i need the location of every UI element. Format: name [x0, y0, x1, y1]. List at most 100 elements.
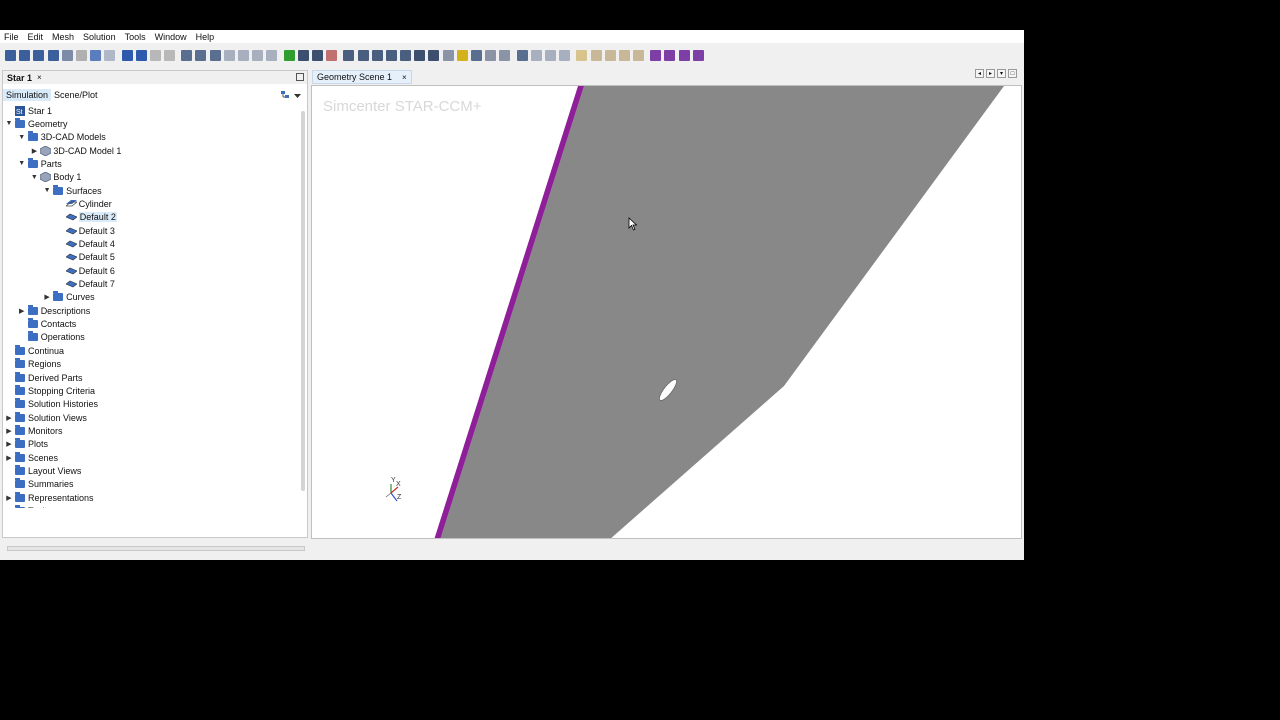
menu-mesh[interactable]: Mesh: [52, 32, 74, 42]
tab-simulation[interactable]: Simulation: [3, 89, 52, 101]
tree-node-monitors[interactable]: ▶ Monitors: [5, 424, 63, 437]
tree-node-cylinder[interactable]: Cylinder: [56, 197, 112, 210]
next-frame-icon[interactable]: [618, 49, 630, 61]
animation-icon[interactable]: [633, 49, 645, 61]
menu-file[interactable]: File: [4, 32, 19, 42]
close-icon[interactable]: ×: [37, 73, 42, 82]
tree-node-stopping-criteria[interactable]: Stopping Criteria: [5, 384, 95, 397]
tree-node-default-5[interactable]: Default 5: [56, 251, 115, 264]
tab-scene-plot[interactable]: Scene/Plot: [51, 89, 101, 101]
close-icon[interactable]: ×: [402, 73, 407, 82]
tab-list-icon[interactable]: ▾: [997, 69, 1006, 78]
tree-node-operations[interactable]: Operations: [18, 331, 85, 344]
measure-icon[interactable]: [530, 49, 542, 61]
chevron-down-icon[interactable]: [294, 91, 301, 101]
transform-icon[interactable]: [516, 49, 528, 61]
prev-frame-icon[interactable]: [604, 49, 616, 61]
tree-node-contacts[interactable]: Contacts: [18, 318, 76, 331]
run-solver-icon[interactable]: [297, 49, 309, 61]
tree-node-derived-parts[interactable]: Derived Parts: [5, 371, 83, 384]
menu-tools[interactable]: Tools: [125, 32, 146, 42]
surface-default-2[interactable]: [440, 86, 1004, 539]
tree-node-default-4[interactable]: Default 4: [56, 238, 115, 251]
tree-node-descriptions[interactable]: ▶ Descriptions: [18, 304, 90, 317]
tree-node-surfaces[interactable]: ▼ Surfaces: [43, 184, 102, 197]
tree-node-plots[interactable]: ▶ Plots: [5, 438, 48, 451]
expander-closed-icon[interactable]: ▶: [5, 414, 13, 422]
probe-icon[interactable]: [544, 49, 556, 61]
fit-view-icon[interactable]: [357, 49, 369, 61]
tab-geometry-scene[interactable]: Geometry Scene 1 ×: [312, 70, 412, 84]
tree-node-3d-cad-model-1[interactable]: ▶ 3D-CAD Model 1: [30, 144, 121, 157]
tree-node-solution-histories[interactable]: Solution Histories: [5, 398, 98, 411]
surface-mesh-icon[interactable]: [223, 49, 235, 61]
generate-mesh-icon[interactable]: [266, 49, 278, 61]
layout-dropdown-icon[interactable]: [692, 49, 704, 61]
grid-icon[interactable]: [485, 49, 497, 61]
mesh-operation-icon[interactable]: [209, 49, 221, 61]
tree-node-default-7[interactable]: Default 7: [56, 278, 115, 291]
new-scene-icon[interactable]: [343, 49, 355, 61]
stop-icon[interactable]: [164, 49, 176, 61]
tree-node-geometry[interactable]: ▼ Geometry: [5, 117, 68, 130]
tree-node-3d-cad-models[interactable]: ▼ 3D-CAD Models: [18, 131, 106, 144]
link-views-icon[interactable]: [456, 49, 468, 61]
tree-node-default-6[interactable]: Default 6: [56, 264, 115, 277]
menu-solution[interactable]: Solution: [83, 32, 116, 42]
geometry-render[interactable]: [312, 86, 1022, 539]
forward-icon[interactable]: [428, 49, 440, 61]
tree-node-curves[interactable]: ▶ Curves: [43, 291, 95, 304]
expander-open-icon[interactable]: ▼: [5, 120, 13, 128]
scroll-left-icon[interactable]: ◂: [975, 69, 984, 78]
expander-closed-icon[interactable]: ▶: [30, 147, 38, 155]
tree-node-representations[interactable]: ▶ Representations: [5, 491, 94, 504]
lasso-icon[interactable]: [559, 49, 571, 61]
doc-tab-star1[interactable]: Star 1 ×: [3, 73, 46, 83]
volume-mesh-icon[interactable]: [238, 49, 249, 61]
ruler-icon[interactable]: [471, 49, 482, 61]
tree-node-solution-views[interactable]: ▶ Solution Views: [5, 411, 87, 424]
layout-icon[interactable]: [650, 49, 662, 61]
stop-solver-icon[interactable]: [326, 49, 338, 61]
mesh-icon[interactable]: [181, 49, 193, 61]
tree-vertical-scrollbar[interactable]: [301, 111, 305, 491]
pause-icon[interactable]: [149, 49, 161, 61]
step-icon[interactable]: [135, 49, 147, 61]
zoom-box-icon[interactable]: [371, 49, 383, 61]
tree-node-layout-views[interactable]: Layout Views: [5, 464, 81, 477]
select-icon[interactable]: [385, 49, 397, 61]
tree-node-body-1[interactable]: ▼ Body 1: [30, 171, 81, 184]
tree-node-tools[interactable]: ▶ Tools: [5, 505, 49, 508]
run-icon[interactable]: [121, 49, 133, 61]
tree-horizontal-scrollbar[interactable]: [7, 546, 305, 551]
maximize-icon[interactable]: □: [1008, 69, 1017, 78]
redo-icon[interactable]: [104, 49, 116, 61]
open-icon[interactable]: [19, 49, 31, 61]
expander-closed-icon[interactable]: ▶: [5, 494, 13, 502]
table-icon[interactable]: [499, 49, 511, 61]
expander-closed-icon[interactable]: ▶: [5, 507, 13, 508]
tree-node-summaries[interactable]: Summaries: [5, 478, 74, 491]
expander-closed-icon[interactable]: ▶: [5, 454, 13, 462]
delete-icon[interactable]: [75, 49, 87, 61]
expander-open-icon[interactable]: ▼: [18, 160, 26, 168]
tree-node-default-2[interactable]: Default 2: [56, 211, 117, 224]
expander-open-icon[interactable]: ▼: [43, 187, 51, 195]
undo-icon[interactable]: [90, 49, 102, 61]
expander-open-icon[interactable]: ▼: [30, 173, 38, 181]
expander-closed-icon[interactable]: ▶: [18, 307, 26, 315]
graphics-viewport[interactable]: Simcenter STAR-CCM+ Y X Z: [311, 85, 1022, 539]
split-layout-icon[interactable]: [664, 49, 676, 61]
menu-help[interactable]: Help: [196, 32, 215, 42]
menu-window[interactable]: Window: [155, 32, 187, 42]
tree-node-default-3[interactable]: Default 3: [56, 224, 115, 237]
play-icon[interactable]: [576, 49, 588, 61]
tree-filter-icon[interactable]: [280, 90, 290, 102]
expander-closed-icon[interactable]: ▶: [5, 440, 13, 448]
expander-closed-icon[interactable]: ▶: [5, 427, 13, 435]
tree-node-star-1[interactable]: St Star 1: [5, 104, 52, 117]
tree-node-regions[interactable]: Regions: [5, 358, 61, 371]
window-layout-icon[interactable]: [678, 49, 690, 61]
copy-icon[interactable]: [61, 49, 73, 61]
screenshot-icon[interactable]: [400, 49, 412, 61]
